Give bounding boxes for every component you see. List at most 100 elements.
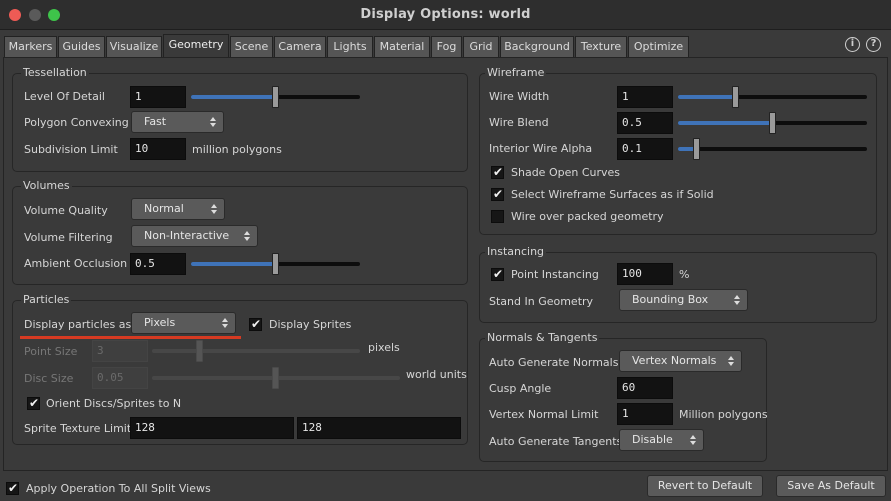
tab-optimize[interactable]: Optimize	[628, 36, 689, 57]
point-size-slider[interactable]	[152, 340, 360, 362]
wireframe-title: Wireframe	[485, 66, 547, 79]
tab-background[interactable]: Background	[500, 36, 574, 57]
checkmark-icon: ✔	[251, 317, 262, 331]
updown-arrows-icon	[211, 204, 217, 214]
sprite-texture-limit-y-field[interactable]: 128	[297, 417, 461, 439]
wire-width-slider-fill	[678, 95, 735, 99]
instancing-title: Instancing	[485, 245, 547, 258]
select-wireframe-checkbox[interactable]: ✔	[491, 188, 504, 201]
tab-lights[interactable]: Lights	[327, 36, 373, 57]
point-size-unit: pixels	[368, 341, 400, 354]
wire-width-label: Wire Width	[489, 90, 550, 103]
disc-size-label: Disc Size	[24, 372, 74, 385]
auto-normals-value: Vertex Normals	[632, 354, 717, 367]
disc-size-slider[interactable]	[152, 367, 400, 389]
sprite-texture-limit-x-field[interactable]: 128	[130, 417, 294, 439]
wire-width-slider[interactable]	[678, 86, 867, 108]
point-instancing-checkbox[interactable]: ✔	[491, 268, 504, 281]
interior-wire-alpha-slider-handle[interactable]	[693, 138, 700, 160]
wire-blend-field[interactable]: 0.5	[617, 112, 673, 134]
auto-tangents-dropdown[interactable]: Disable	[619, 429, 704, 451]
info-icon[interactable]: i	[845, 37, 860, 52]
interior-wire-alpha-field[interactable]: 0.1	[617, 138, 673, 160]
save-as-default-button[interactable]: Save As Default	[776, 475, 886, 497]
point-instancing-field[interactable]: 100	[617, 263, 673, 285]
tab-camera[interactable]: Camera	[274, 36, 326, 57]
updown-arrows-icon	[222, 318, 228, 328]
ambient-occlusion-slider[interactable]	[191, 253, 360, 275]
highlight-underline	[20, 336, 241, 339]
instancing-group	[479, 252, 877, 323]
subdivision-unit-label: million polygons	[192, 143, 282, 156]
auto-normals-label: Auto Generate Normals	[489, 356, 619, 369]
window-title: Display Options: world	[360, 7, 531, 22]
tab-guides[interactable]: Guides	[58, 36, 105, 57]
subdivision-limit-field[interactable]: 10	[130, 138, 186, 160]
ambient-occlusion-slider-fill	[191, 262, 275, 266]
tab-scene[interactable]: Scene	[230, 36, 273, 57]
tessellation-title: Tessellation	[21, 66, 89, 79]
tab-geometry[interactable]: Geometry	[163, 34, 229, 58]
volume-filtering-dropdown[interactable]: Non-Interactive	[131, 225, 258, 247]
tab-texture[interactable]: Texture	[575, 36, 627, 57]
particles-title: Particles	[21, 293, 72, 306]
ambient-occlusion-label: Ambient Occlusion	[24, 257, 128, 270]
stand-in-geometry-value: Bounding Box	[632, 293, 709, 306]
shade-open-curves-label: Shade Open Curves	[511, 166, 621, 179]
lod-slider-handle[interactable]	[272, 86, 279, 108]
auto-normals-dropdown[interactable]: Vertex Normals	[619, 350, 742, 372]
polygon-convexing-dropdown[interactable]: Fast	[131, 111, 224, 133]
updown-arrows-icon	[734, 295, 740, 305]
volumes-title: Volumes	[21, 179, 72, 192]
wire-over-packed-checkbox[interactable]	[491, 210, 504, 223]
display-particles-dropdown[interactable]: Pixels	[131, 312, 236, 334]
wire-width-field[interactable]: 1	[617, 86, 673, 108]
volume-filtering-value: Non-Interactive	[144, 229, 230, 242]
orient-discs-label: Orient Discs/Sprites to N	[46, 397, 182, 410]
updown-arrows-icon	[210, 117, 216, 127]
apply-split-views-checkbox[interactable]: ✔	[6, 482, 19, 495]
point-size-field[interactable]: 3	[92, 340, 148, 362]
tab-bar: Markers Guides Visualize Geometry Scene …	[0, 30, 891, 58]
interior-wire-alpha-slider[interactable]	[678, 138, 867, 160]
point-size-slider-handle[interactable]	[196, 340, 203, 362]
lod-slider[interactable]	[191, 86, 360, 108]
vertex-normal-limit-field[interactable]: 1	[617, 403, 673, 425]
wire-blend-slider-handle[interactable]	[769, 112, 776, 134]
checkmark-icon: ✔	[493, 187, 504, 201]
polygon-convexing-value: Fast	[144, 115, 167, 128]
lod-slider-fill	[191, 95, 275, 99]
vertex-normal-limit-unit: Million polygons	[679, 408, 768, 421]
stand-in-geometry-dropdown[interactable]: Bounding Box	[619, 289, 748, 311]
subdivision-limit-label: Subdivision Limit	[24, 143, 118, 156]
wire-width-slider-handle[interactable]	[732, 86, 739, 108]
disc-size-slider-handle[interactable]	[272, 367, 279, 389]
volume-quality-dropdown[interactable]: Normal	[131, 198, 225, 220]
tab-material[interactable]: Material	[374, 36, 430, 57]
vertex-normal-limit-label: Vertex Normal Limit	[489, 408, 599, 421]
cusp-angle-field[interactable]: 60	[617, 377, 673, 399]
volume-filtering-label: Volume Filtering	[24, 231, 113, 244]
wire-blend-slider[interactable]	[678, 112, 867, 134]
tab-grid[interactable]: Grid	[463, 36, 499, 57]
tab-markers[interactable]: Markers	[4, 36, 57, 57]
display-sprites-checkbox[interactable]: ✔	[249, 318, 262, 331]
ambient-occlusion-slider-handle[interactable]	[272, 253, 279, 275]
auto-tangents-label: Auto Generate Tangents	[489, 435, 623, 448]
ambient-occlusion-field[interactable]: 0.5	[130, 253, 186, 275]
auto-tangents-value: Disable	[632, 433, 673, 446]
display-particles-label: Display particles as	[24, 318, 132, 331]
title-bar: Display Options: world	[0, 0, 891, 30]
tab-fog[interactable]: Fog	[431, 36, 462, 57]
select-wireframe-label: Select Wireframe Surfaces as if Solid	[511, 188, 714, 201]
tab-visualize[interactable]: Visualize	[106, 36, 162, 57]
orient-discs-checkbox[interactable]: ✔	[27, 397, 40, 410]
lod-label: Level Of Detail	[24, 90, 105, 103]
lod-field[interactable]: 1	[130, 86, 186, 108]
display-sprites-label: Display Sprites	[269, 318, 352, 331]
updown-arrows-icon	[728, 356, 734, 366]
revert-to-default-button[interactable]: Revert to Default	[647, 475, 763, 497]
help-icon[interactable]: ?	[866, 37, 881, 52]
shade-open-curves-checkbox[interactable]: ✔	[491, 166, 504, 179]
disc-size-field[interactable]: 0.05	[92, 367, 148, 389]
